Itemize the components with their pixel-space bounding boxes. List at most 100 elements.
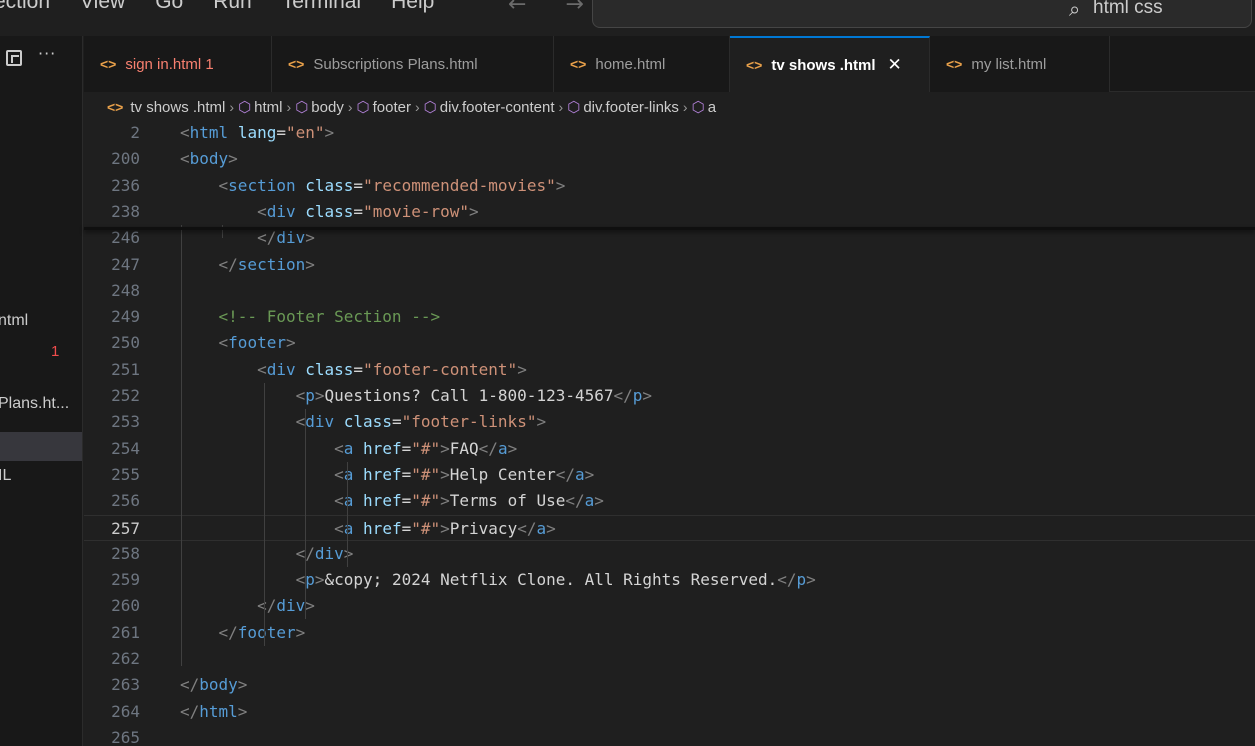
code-text: <a href="#">Terms of Use</a> xyxy=(334,491,604,511)
code-line[interactable]: 261 </footer> xyxy=(84,620,1255,646)
code-line[interactable]: 262 xyxy=(84,646,1255,672)
problem-count-badge: 1 xyxy=(51,343,60,360)
line-number[interactable]: 265 xyxy=(84,725,140,746)
more-actions-icon[interactable]: ··· xyxy=(38,44,56,63)
code-line[interactable]: 248 xyxy=(84,278,1255,304)
command-center-search[interactable]: ⌕ html css xyxy=(592,0,1252,28)
code-line[interactable]: 200 <body> xyxy=(84,146,1255,172)
element-icon: ⬡ xyxy=(295,99,309,116)
line-number[interactable]: 258 xyxy=(84,541,140,567)
sidebar-item-subscriptions[interactable]: Plans.ht... xyxy=(0,392,82,418)
line-number[interactable]: 264 xyxy=(84,699,140,725)
breadcrumb-footer-links[interactable]: div.footer-links xyxy=(583,99,679,116)
line-number[interactable]: 256 xyxy=(84,488,140,514)
breadcrumb: <> tv shows .html › ⬡ html › ⬡ body › ⬡ … xyxy=(107,96,716,118)
code-line[interactable]: 238 <div class="movie-row"> xyxy=(84,199,1255,225)
code-line[interactable]: 254 <a href="#">FAQ</a> xyxy=(84,436,1255,462)
line-number[interactable]: 255 xyxy=(84,462,140,488)
line-number[interactable]: 249 xyxy=(84,304,140,330)
indent-guide xyxy=(305,409,306,619)
code-editor[interactable]: 2 <html lang="en"> 200 <body> 236 <section c… xyxy=(84,120,1255,746)
tab-label: Subscriptions Plans.html xyxy=(313,55,478,73)
line-number[interactable]: 250 xyxy=(84,330,140,356)
line-number[interactable]: 260 xyxy=(84,593,140,619)
code-line[interactable]: 236 <section class="recommended-movies"> xyxy=(84,173,1255,199)
code-line[interactable]: 260 </div> xyxy=(84,593,1255,619)
code-text: </body> xyxy=(180,675,248,695)
line-number[interactable]: 200 xyxy=(84,146,140,172)
line-number[interactable]: 248 xyxy=(84,278,140,304)
line-number[interactable]: 257 xyxy=(84,516,140,542)
line-number[interactable]: 236 xyxy=(84,173,140,199)
line-number[interactable]: 261 xyxy=(84,620,140,646)
code-line[interactable]: 258 </div> xyxy=(84,541,1255,567)
line-number[interactable]: 259 xyxy=(84,567,140,593)
line-number[interactable]: 247 xyxy=(84,252,140,278)
nav-arrows-icon[interactable]: ← → xyxy=(508,0,600,17)
code-line[interactable]: 264 </html> xyxy=(84,699,1255,725)
breadcrumb-footer-content[interactable]: div.footer-content xyxy=(440,99,555,116)
html-file-icon: <> xyxy=(107,99,124,115)
code-line[interactable]: 250 <footer> xyxy=(84,330,1255,356)
breadcrumb-body[interactable]: body xyxy=(311,99,344,116)
menu-go[interactable]: Go xyxy=(155,0,183,14)
html-file-icon: <> xyxy=(946,56,963,72)
tab-home[interactable]: <> home.html xyxy=(554,36,730,92)
code-text: <section class="recommended-movies"> xyxy=(218,175,566,195)
menu-run[interactable]: Run xyxy=(213,0,252,14)
line-number[interactable]: 253 xyxy=(84,409,140,435)
tab-subscriptions-plans[interactable]: <> Subscriptions Plans.html xyxy=(272,36,554,92)
code-text: </footer> xyxy=(218,622,306,642)
breadcrumb-footer[interactable]: footer xyxy=(373,99,411,116)
search-text: html css xyxy=(1093,0,1163,18)
breadcrumb-html[interactable]: html xyxy=(254,99,282,116)
element-icon: ⬡ xyxy=(423,99,437,116)
chevron-right-icon: › xyxy=(286,99,292,115)
new-window-icon[interactable] xyxy=(6,50,22,66)
line-number[interactable]: 2 xyxy=(84,120,140,146)
menu-view[interactable]: View xyxy=(80,0,125,14)
code-text: </div> xyxy=(257,596,315,616)
code-line[interactable]: 251 <div class="footer-content"> xyxy=(84,357,1255,383)
code-line[interactable]: 2 <html lang="en"> xyxy=(84,120,1255,146)
sidebar-item-html[interactable]: IL xyxy=(0,464,82,490)
sidebar-item-label: IL xyxy=(0,467,12,484)
code-text: <div class="footer-content"> xyxy=(257,359,527,379)
line-number[interactable]: 254 xyxy=(84,436,140,462)
code-text: </html> xyxy=(180,701,248,721)
code-line[interactable]: 265 xyxy=(84,725,1255,746)
line-number[interactable]: 251 xyxy=(84,357,140,383)
code-text: <p>&copy; 2024 Netflix Clone. All Rights… xyxy=(295,570,816,590)
sidebar-item-sign-in[interactable]: ntml xyxy=(0,309,82,335)
menu-selection[interactable]: ection xyxy=(0,0,50,14)
tab-sign-in[interactable]: <> sign in.html 1 xyxy=(84,36,272,92)
tab-tv-shows[interactable]: <> tv shows .html ✕ xyxy=(730,36,930,92)
code-text: <html lang="en"> xyxy=(180,123,335,142)
breadcrumb-file[interactable]: tv shows .html xyxy=(130,99,225,116)
menu-help[interactable]: Help xyxy=(391,0,434,14)
code-line[interactable]: 249 <!-- Footer Section --> xyxy=(84,304,1255,330)
html-file-icon: <> xyxy=(288,56,305,72)
line-number[interactable]: 238 xyxy=(84,199,140,225)
editor-tab-bar: <> sign in.html 1 <> Subscriptions Plans… xyxy=(84,36,1255,92)
code-line[interactable]: 263 </body> xyxy=(84,672,1255,698)
tab-label: sign in.html 1 xyxy=(125,55,214,73)
code-line[interactable]: 253 <div class="footer-links"> xyxy=(84,409,1255,435)
tab-my-list[interactable]: <> my list.html xyxy=(930,36,1110,92)
line-number[interactable]: 252 xyxy=(84,383,140,409)
code-line[interactable]: 259 <p>&copy; 2024 Netflix Clone. All Ri… xyxy=(84,567,1255,593)
line-number[interactable]: 262 xyxy=(84,646,140,672)
line-number[interactable]: 263 xyxy=(84,672,140,698)
sticky-scroll-divider xyxy=(84,227,1255,230)
code-text: <p>Questions? Call 1-800-123-4567</p> xyxy=(295,386,653,405)
code-text: </div> xyxy=(296,543,354,563)
menu-terminal[interactable]: Terminal xyxy=(282,0,361,14)
close-tab-icon[interactable]: ✕ xyxy=(888,55,902,75)
breadcrumb-a[interactable]: a xyxy=(708,99,716,116)
code-line[interactable]: 255 <a href="#">Help Center</a> xyxy=(84,462,1255,488)
code-line[interactable]: 252 <p>Questions? Call 1-800-123-4567</p… xyxy=(84,383,1255,409)
code-line[interactable]: 247 </section> xyxy=(84,252,1255,278)
sidebar-item-tv-shows[interactable] xyxy=(0,432,82,461)
code-line[interactable]: 257 <a href="#">Privacy</a> xyxy=(84,514,1255,542)
code-line[interactable]: 256 <a href="#">Terms of Use</a> xyxy=(84,488,1255,514)
